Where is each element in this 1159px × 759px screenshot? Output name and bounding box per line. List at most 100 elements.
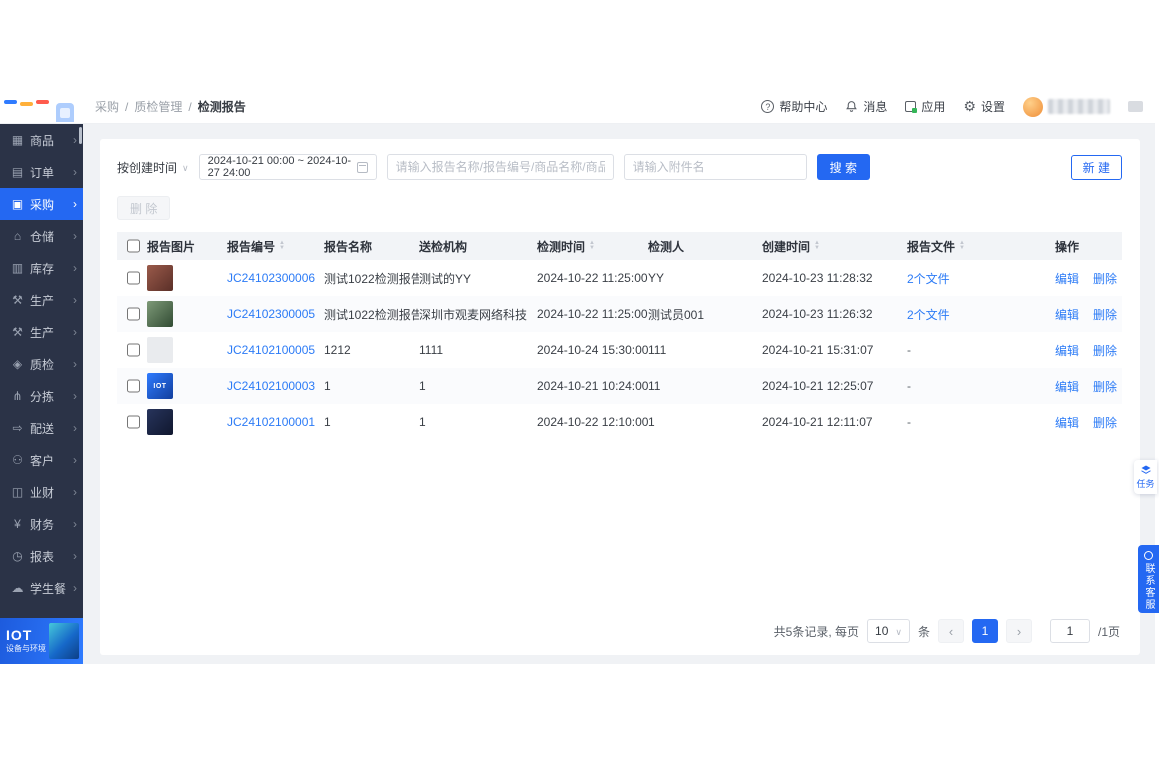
- column-header-files[interactable]: 报告文件: [907, 238, 1055, 255]
- user-account[interactable]: [1023, 96, 1110, 117]
- breadcrumb-item[interactable]: 质检管理: [134, 98, 182, 115]
- sidebar-scrollbar[interactable]: [79, 127, 82, 144]
- sidebar-item-orders[interactable]: 订单: [0, 156, 83, 188]
- sort-icon[interactable]: [589, 241, 595, 251]
- pagination: 共5条记录, 每页 10 条 1 1 /1页: [117, 613, 1122, 647]
- sidebar-item-quality[interactable]: 质检: [0, 348, 83, 380]
- apps-button[interactable]: 应用: [905, 98, 945, 115]
- files-empty: -: [907, 415, 911, 429]
- tester: 1: [648, 415, 655, 429]
- files-link[interactable]: 2个文件: [907, 270, 950, 287]
- bell-icon: [846, 101, 858, 112]
- help-center-button[interactable]: 帮助中心: [761, 98, 827, 115]
- create-button[interactable]: 新 建: [1070, 154, 1122, 180]
- report-thumbnail-placeholder[interactable]: [147, 337, 173, 363]
- sort-icon[interactable]: [279, 241, 285, 251]
- column-header-actions: 操作: [1055, 239, 1080, 254]
- delete-link[interactable]: 删除: [1093, 414, 1117, 431]
- report-no-link[interactable]: JC24102300006: [227, 271, 315, 285]
- delete-link[interactable]: 删除: [1093, 306, 1117, 323]
- page-size-select[interactable]: 10: [867, 619, 910, 643]
- tester: 111: [648, 343, 667, 357]
- row-checkbox[interactable]: [127, 271, 140, 285]
- row-checkbox[interactable]: [127, 343, 140, 357]
- row-checkbox[interactable]: [127, 307, 140, 321]
- report-no-link[interactable]: JC24102100001: [227, 415, 315, 429]
- sidebar-item-production-1[interactable]: 生产: [0, 284, 83, 316]
- column-header-report-no[interactable]: 报告编号: [227, 238, 324, 255]
- edit-link[interactable]: 编辑: [1055, 414, 1079, 431]
- sidebar-item-sorting[interactable]: 分拣: [0, 380, 83, 412]
- prev-page-button[interactable]: [937, 619, 964, 643]
- chevron-right-icon: [73, 293, 77, 307]
- sidebar-item-reports[interactable]: 报表: [0, 540, 83, 572]
- chevron-right-icon: [73, 197, 77, 211]
- settings-button[interactable]: 设置: [963, 98, 1005, 115]
- brand-logo[interactable]: [0, 90, 83, 124]
- keyword-input[interactable]: [386, 154, 614, 180]
- sidebar-item-goods[interactable]: 商品: [0, 124, 83, 156]
- chevron-right-icon: [73, 581, 77, 595]
- report-no-link[interactable]: JC24102100003: [227, 379, 315, 393]
- cart-icon: [10, 197, 25, 211]
- created-time: 2024-10-21 12:25:07: [762, 379, 874, 393]
- column-header-tester: 检测人: [648, 239, 685, 254]
- test-time: 2024-10-24 15:30:00: [537, 343, 648, 357]
- breadcrumb-item[interactable]: 采购: [95, 98, 119, 115]
- breadcrumb-separator: /: [125, 99, 129, 114]
- created-time: 2024-10-21 15:31:07: [762, 343, 874, 357]
- report-name: 测试1022检测报告: [324, 307, 419, 322]
- report-no-link[interactable]: JC24102300005: [227, 307, 315, 321]
- delete-link[interactable]: 删除: [1093, 270, 1117, 287]
- sidebar-item-inventory[interactable]: 库存: [0, 252, 83, 284]
- next-page-button[interactable]: [1005, 619, 1032, 643]
- sort-icon[interactable]: [814, 241, 820, 251]
- sidebar-item-student-meals[interactable]: 学生餐: [0, 572, 83, 604]
- edit-link[interactable]: 编辑: [1055, 270, 1079, 287]
- delete-link[interactable]: 删除: [1093, 378, 1117, 395]
- test-time: 2024-10-22 11:25:00: [537, 271, 648, 285]
- app-window: 采购 / 质检管理 / 检测报告 帮助中心 消息 应用: [0, 90, 1155, 664]
- column-header-created[interactable]: 创建时间: [762, 238, 907, 255]
- select-all-checkbox[interactable]: [127, 239, 140, 253]
- files-link[interactable]: 2个文件: [907, 306, 950, 323]
- row-checkbox[interactable]: [127, 379, 140, 393]
- chevron-right-icon: [73, 133, 77, 147]
- sidebar-item-customers[interactable]: 客户: [0, 444, 83, 476]
- gear-icon: [963, 98, 976, 115]
- headset-icon: [1144, 551, 1153, 560]
- top-bar-actions: 帮助中心 消息 应用 设置: [761, 96, 1155, 117]
- time-field-select[interactable]: 按创建时间: [117, 159, 189, 176]
- row-checkbox[interactable]: [127, 415, 140, 429]
- sidebar-item-purchase[interactable]: 采购: [0, 188, 83, 220]
- table-row: JC24102300005 测试1022检测报告 深圳市观麦网络科技 2024-…: [117, 296, 1122, 332]
- sort-icon[interactable]: [959, 241, 965, 251]
- date-range-input[interactable]: 2024-10-21 00:00 ~ 2024-10-27 24:00: [198, 154, 377, 180]
- tasks-float-button[interactable]: 任务: [1134, 460, 1157, 494]
- column-header-test-time[interactable]: 检测时间: [537, 238, 648, 255]
- sidebar-item-delivery[interactable]: 配送: [0, 412, 83, 444]
- edit-link[interactable]: 编辑: [1055, 342, 1079, 359]
- report-no-link[interactable]: JC24102100005: [227, 343, 315, 357]
- edit-link[interactable]: 编辑: [1055, 378, 1079, 395]
- search-button[interactable]: 搜 索: [816, 154, 870, 180]
- edit-link[interactable]: 编辑: [1055, 306, 1079, 323]
- money-icon: [10, 517, 25, 531]
- sidebar-item-business-finance[interactable]: 业财: [0, 476, 83, 508]
- sidebar-item-finance[interactable]: 财务: [0, 508, 83, 540]
- report-thumbnail[interactable]: IOT: [147, 373, 173, 399]
- contact-support-float-button[interactable]: 联系客服: [1138, 545, 1159, 613]
- page-button-1[interactable]: 1: [971, 619, 998, 643]
- breadcrumb-current: 检测报告: [197, 100, 246, 114]
- bulk-delete-button[interactable]: 删 除: [117, 196, 171, 220]
- report-thumbnail[interactable]: [147, 265, 173, 291]
- attachment-input[interactable]: [623, 154, 807, 180]
- sidebar-item-warehouse[interactable]: 仓储: [0, 220, 83, 252]
- sidebar: 商品 订单 采购 仓储 库存 生产 生产 质检 分拣 配送 客户 业财 财务 报…: [0, 124, 83, 664]
- delete-link[interactable]: 删除: [1093, 342, 1117, 359]
- report-thumbnail[interactable]: [147, 409, 173, 435]
- messages-button[interactable]: 消息: [845, 98, 887, 115]
- report-thumbnail[interactable]: [147, 301, 173, 327]
- page-jump-input[interactable]: 1: [1049, 619, 1090, 643]
- sidebar-item-production-2[interactable]: 生产: [0, 316, 83, 348]
